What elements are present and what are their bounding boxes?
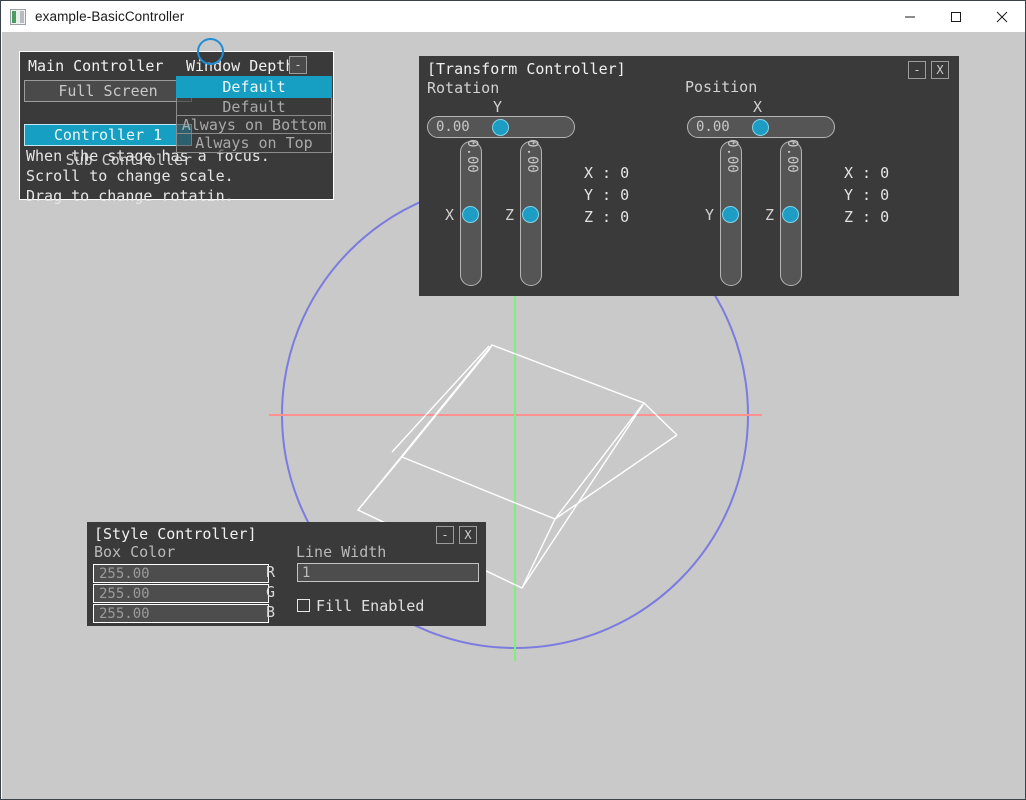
rotation-y-slider[interactable]: 0.00 (427, 116, 575, 138)
style-minimize-button[interactable]: - (436, 526, 454, 544)
close-icon (996, 11, 1008, 22)
box-color-r-value: 255.00 (99, 566, 150, 582)
rotation-z-axis-label: Z (505, 206, 515, 224)
box-color-g-value: 255.00 (99, 586, 150, 602)
line-width-value: 1 (302, 565, 311, 581)
close-button[interactable] (979, 1, 1025, 32)
rotation-y-slider-value: 0.00 (436, 119, 470, 135)
transform-window-buttons: - X (908, 61, 949, 79)
line-width-input[interactable]: 1 (297, 563, 479, 582)
minimize-button[interactable] (887, 1, 933, 32)
style-close-button[interactable]: X (459, 526, 477, 544)
position-readout-z: Z : 0 (844, 208, 890, 226)
style-window-buttons: - X (436, 526, 477, 544)
rotation-z-slider[interactable]: 0.00 (520, 139, 542, 286)
rotation-readout-y: Y : 0 (584, 186, 630, 204)
controller-1-button[interactable]: Controller 1 (24, 124, 192, 146)
window-controls (887, 1, 1025, 32)
dropdown-option-list[interactable]: Default Always on Bottom Always on Top (176, 98, 332, 153)
rotation-z-slider-knob[interactable] (522, 206, 539, 223)
hint-line-2: Scroll to change scale. (26, 167, 234, 185)
rotation-h-axis-label: Y (493, 98, 503, 116)
dropdown-selected-value[interactable]: Default (176, 76, 332, 98)
position-y-axis-label: Y (705, 206, 715, 224)
transform-controller-panel[interactable]: [Transform Controller] - X Rotation Y 0.… (419, 56, 959, 296)
fill-enabled-checkbox[interactable] (297, 599, 310, 612)
position-x-slider-value: 0.00 (696, 119, 730, 135)
transform-close-button[interactable]: X (931, 61, 949, 79)
position-h-axis-label: X (753, 98, 763, 116)
dropdown-option-always-on-bottom[interactable]: Always on Bottom (177, 116, 331, 134)
full-screen-button[interactable]: Full Screen (24, 80, 192, 102)
rotation-readout-z: Z : 0 (584, 208, 630, 226)
dropdown-option-always-on-top[interactable]: Always on Top (177, 134, 331, 152)
rotation-x-slider[interactable]: 0.00 (460, 139, 482, 286)
controller-1-label: Controller 1 (53, 126, 163, 144)
window-depth-dropdown[interactable]: Default Default Always on Bottom Always … (176, 76, 332, 153)
hint-line-3: Drag to change rotatin. (26, 187, 234, 205)
box-color-r-tag: R (266, 563, 276, 581)
window-depth-toggle-button[interactable]: - (289, 56, 307, 74)
box-color-g-tag: G (266, 583, 276, 601)
maximize-button[interactable] (933, 1, 979, 32)
box-color-label: Box Color (94, 543, 176, 561)
rotation-x-slider-value: 0.00 (464, 139, 480, 173)
window-titlebar: example-BasicController (1, 1, 1025, 33)
position-y-slider-value: 0.00 (724, 139, 740, 173)
position-z-slider-value: 0.00 (784, 139, 800, 173)
rotation-y-slider-knob[interactable] (492, 119, 509, 136)
position-z-slider-knob[interactable] (782, 206, 799, 223)
position-x-slider[interactable]: 0.00 (687, 116, 835, 138)
position-y-slider-knob[interactable] (722, 206, 739, 223)
box-color-r-slider[interactable]: 255.00 (93, 564, 269, 583)
position-readout-y: Y : 0 (844, 186, 890, 204)
application-window: example-BasicController Main Controller … (0, 0, 1026, 800)
dropdown-option-default[interactable]: Default (177, 98, 331, 116)
position-readout-x: X : 0 (844, 164, 890, 182)
fill-enabled-label: Fill Enabled (316, 597, 425, 615)
box-color-b-tag: B (266, 603, 276, 621)
transform-minimize-button[interactable]: - (908, 61, 926, 79)
window-title: example-BasicController (35, 9, 185, 24)
minimize-icon (905, 16, 915, 17)
rotation-z-slider-value: 0.00 (524, 139, 540, 173)
transform-controller-title: [Transform Controller] (427, 60, 626, 78)
main-controller-title: Main Controller (28, 57, 164, 75)
rotation-x-axis-label: X (445, 206, 455, 224)
panel-drag-handle[interactable] (197, 38, 224, 65)
app-icon (10, 8, 26, 25)
box-color-b-slider[interactable]: 255.00 (93, 604, 269, 623)
position-z-axis-label: Z (765, 206, 775, 224)
position-z-slider[interactable]: 0.00 (780, 139, 802, 286)
maximize-icon (951, 11, 961, 22)
line-width-label: Line Width (296, 543, 387, 561)
rotation-x-slider-knob[interactable] (462, 206, 479, 223)
position-y-slider[interactable]: 0.00 (720, 139, 742, 286)
full-screen-label: Full Screen (58, 82, 158, 100)
box-color-g-slider[interactable]: 255.00 (93, 584, 269, 603)
rotation-section-label: Rotation (427, 79, 500, 97)
position-section-label: Position (685, 78, 758, 96)
style-controller-title: [Style Controller] (94, 525, 257, 543)
rotation-readout-x: X : 0 (584, 164, 630, 182)
box-color-b-value: 255.00 (99, 606, 150, 622)
position-x-slider-knob[interactable] (752, 119, 769, 136)
